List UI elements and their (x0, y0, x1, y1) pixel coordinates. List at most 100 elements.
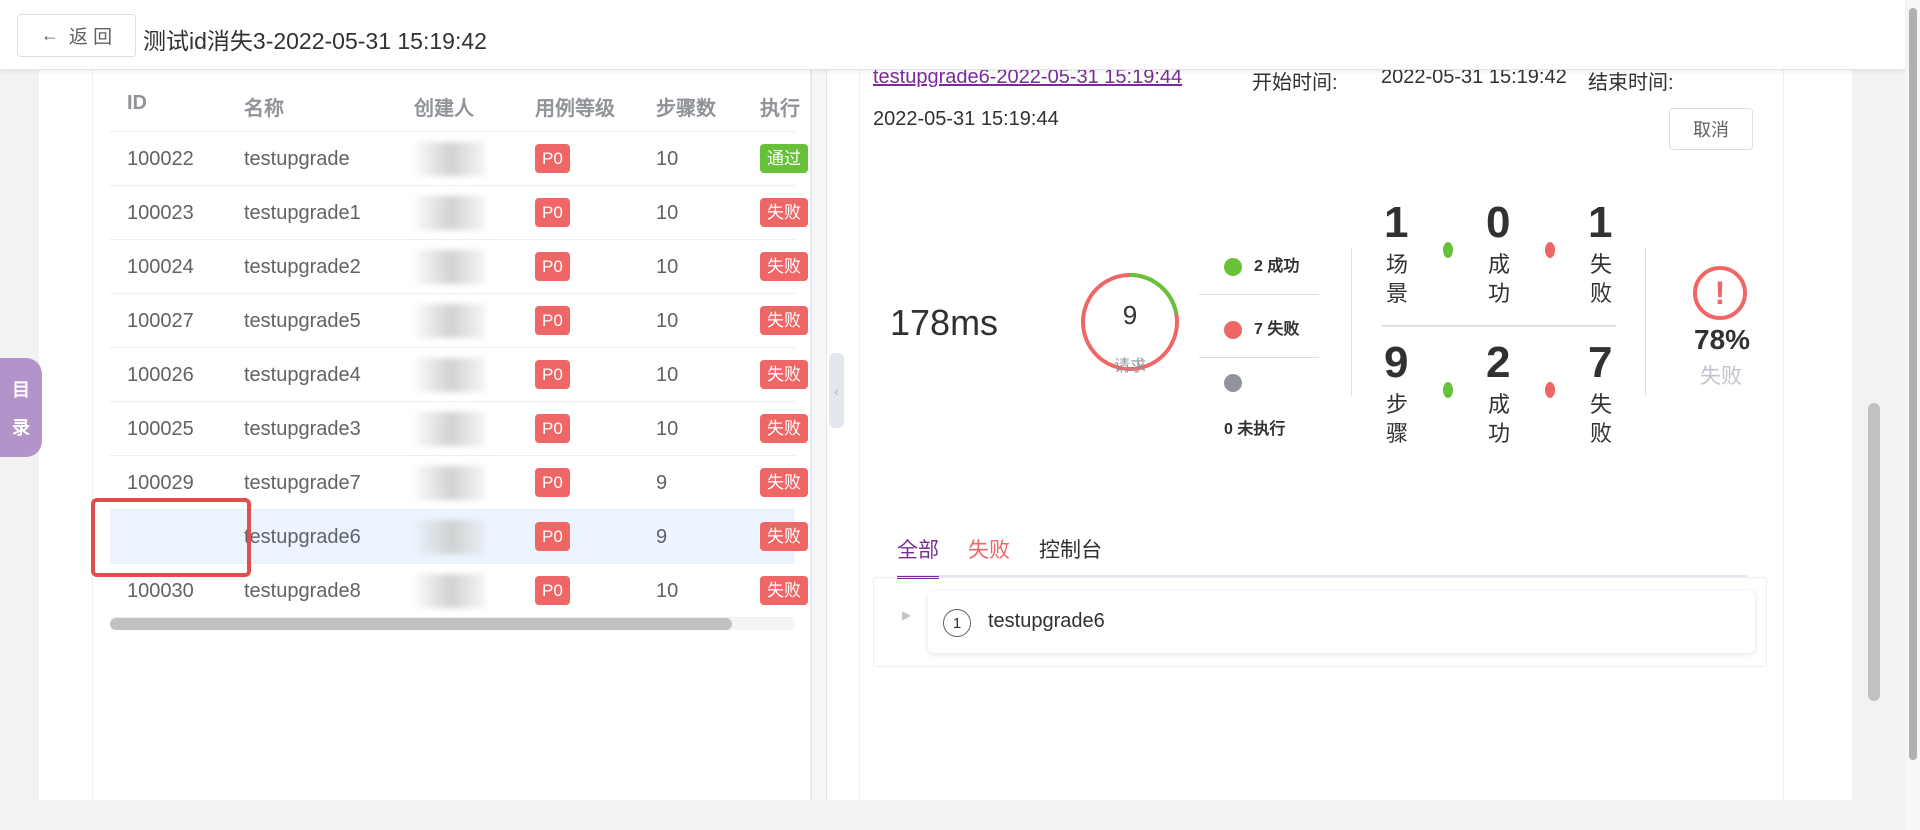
catalog-side-tab[interactable]: 目 录 (0, 358, 42, 457)
chevron-left-icon: ‹ (834, 382, 839, 399)
creator-redacted (416, 358, 486, 392)
stats-divider (1351, 248, 1352, 396)
table-row[interactable]: 100023 testupgrade1 P0 10 失败 (110, 186, 808, 240)
status-tag: 失败 (760, 522, 808, 551)
report-panel: testupgrade6-2022-05-31 15:19:44 开始时间: 2… (859, 70, 1784, 800)
cell-id: 100023 (127, 202, 194, 224)
column-header-status[interactable]: 执行 (760, 92, 800, 121)
level-tag: P0 (535, 198, 570, 227)
status-tag: 失败 (760, 252, 808, 281)
expand-arrow-icon[interactable]: ▶ (902, 608, 911, 622)
collapse-handle[interactable]: ‹ (829, 353, 844, 428)
panel-splitter[interactable] (811, 70, 827, 800)
cell-steps: 10 (656, 256, 679, 278)
steps-success-label: 成功 (1488, 392, 1511, 446)
tab-console[interactable]: 控制台 (1039, 534, 1102, 576)
steps-fail-label: 失败 (1590, 392, 1613, 446)
scenario-index-badge: 1 (943, 609, 971, 637)
legend-success: 2 成功 (1224, 252, 1299, 276)
creator-redacted (416, 304, 486, 338)
cell-steps: 10 (656, 202, 679, 224)
page-title: 测试id消失3-2022-05-31 15:19:42 (143, 28, 487, 54)
end-time-value: 2022-05-31 15:19:44 (873, 108, 1059, 130)
cell-steps: 10 (656, 148, 679, 170)
cancel-button[interactable]: 取消 (1669, 108, 1753, 150)
column-header-level[interactable]: 用例等级 (535, 92, 615, 121)
scenario-item[interactable]: 1 testupgrade6 (928, 591, 1755, 653)
cell-id: 100029 (127, 472, 194, 494)
creator-redacted (416, 250, 486, 284)
scenario-list: ▶ 1 testupgrade6 (873, 577, 1767, 667)
table-row[interactable]: 100024 testupgrade2 P0 10 失败 (110, 240, 808, 294)
end-time-label: 结束时间: (1588, 72, 1674, 94)
cell-name: testupgrade5 (244, 310, 361, 332)
creator-redacted (416, 466, 486, 500)
report-scrollbar-thumb[interactable] (1868, 403, 1880, 701)
status-tag: 失败 (760, 468, 808, 497)
status-tag: 失败 (760, 414, 808, 443)
scenario-fail: 1 (1588, 198, 1613, 247)
success-dot-icon (1224, 257, 1242, 276)
cell-name: testupgrade4 (244, 364, 361, 386)
column-header-creator[interactable]: 创建人 (414, 92, 474, 121)
column-header-id[interactable]: ID (127, 92, 147, 115)
start-time-label: 开始时间: (1252, 72, 1338, 94)
tab-failed[interactable]: 失败 (968, 534, 1010, 576)
cell-id: 100030 (127, 580, 194, 602)
side-tab-char: 录 (12, 417, 30, 438)
fail-rate-label: 失败 (1700, 365, 1742, 388)
case-table-panel: ID 名称 创建人 用例等级 步骤数 执行 100022 testupgrade P… (92, 70, 811, 800)
table-scrollbar-thumb[interactable] (110, 618, 732, 630)
table-row[interactable]: 100022 testupgrade P0 10 通过 (110, 132, 808, 186)
cell-name: testupgrade7 (244, 472, 361, 494)
table-horizontal-scrollbar[interactable] (110, 618, 795, 630)
legend-divider (1199, 294, 1319, 295)
cell-id: 100026 (127, 364, 194, 386)
scenario-success-label: 成功 (1488, 252, 1511, 306)
status-tag: 失败 (760, 360, 808, 389)
fail-indicator-icon (1545, 242, 1555, 258)
cell-name: testupgrade (244, 148, 350, 170)
report-link[interactable]: testupgrade6-2022-05-31 15:19:44 (873, 70, 1182, 89)
steps-fail: 7 (1588, 338, 1613, 387)
arrow-left-icon: ← (40, 25, 59, 45)
top-bar: ← 返 回 测试id消失3-2022-05-31 15:19:42 (0, 0, 1905, 70)
page-scrollbar[interactable] (1905, 0, 1920, 830)
level-tag: P0 (535, 414, 570, 443)
cell-id: 100022 (127, 148, 194, 170)
success-indicator-icon (1443, 242, 1453, 258)
table-row[interactable]: 100027 testupgrade5 P0 10 失败 (110, 294, 808, 348)
status-tag: 失败 (760, 576, 808, 605)
creator-redacted (416, 412, 486, 446)
table-row[interactable]: 100026 testupgrade4 P0 10 失败 (110, 348, 808, 402)
tab-all[interactable]: 全部 (897, 534, 939, 579)
column-header-name[interactable]: 名称 (244, 92, 284, 121)
status-tag: 失败 (760, 198, 808, 227)
legend-fail-text: 7 失败 (1254, 321, 1300, 338)
legend-not-run-text: 0 未执行 (1224, 421, 1286, 438)
fail-indicator-icon (1545, 382, 1555, 398)
status-tag: 失败 (760, 306, 808, 335)
success-indicator-icon (1443, 382, 1453, 398)
request-total: 9 (1122, 300, 1138, 330)
level-tag: P0 (535, 144, 570, 173)
steps-label: 步骤 (1386, 392, 1409, 446)
side-tab-char: 目 (12, 379, 30, 400)
back-button[interactable]: ← 返 回 (17, 14, 136, 57)
level-tag: P0 (535, 468, 570, 497)
page-scrollbar-thumb[interactable] (1909, 8, 1917, 760)
scenario-label: 场景 (1386, 252, 1409, 306)
stats-horizontal-divider (1382, 325, 1616, 327)
cell-id: 100027 (127, 310, 194, 332)
creator-redacted (416, 574, 486, 608)
table-row[interactable]: 100025 testupgrade3 P0 10 失败 (110, 402, 808, 456)
scenario-total: 1 (1384, 198, 1409, 247)
column-header-steps[interactable]: 步骤数 (656, 92, 716, 121)
scenario-fail-label: 失败 (1590, 252, 1613, 306)
level-tag: P0 (535, 522, 570, 551)
request-label: 请求 (1113, 358, 1146, 375)
scenario-success: 0 (1486, 198, 1511, 247)
cell-name: testupgrade2 (244, 256, 361, 278)
creator-redacted (416, 142, 486, 176)
level-tag: P0 (535, 252, 570, 281)
